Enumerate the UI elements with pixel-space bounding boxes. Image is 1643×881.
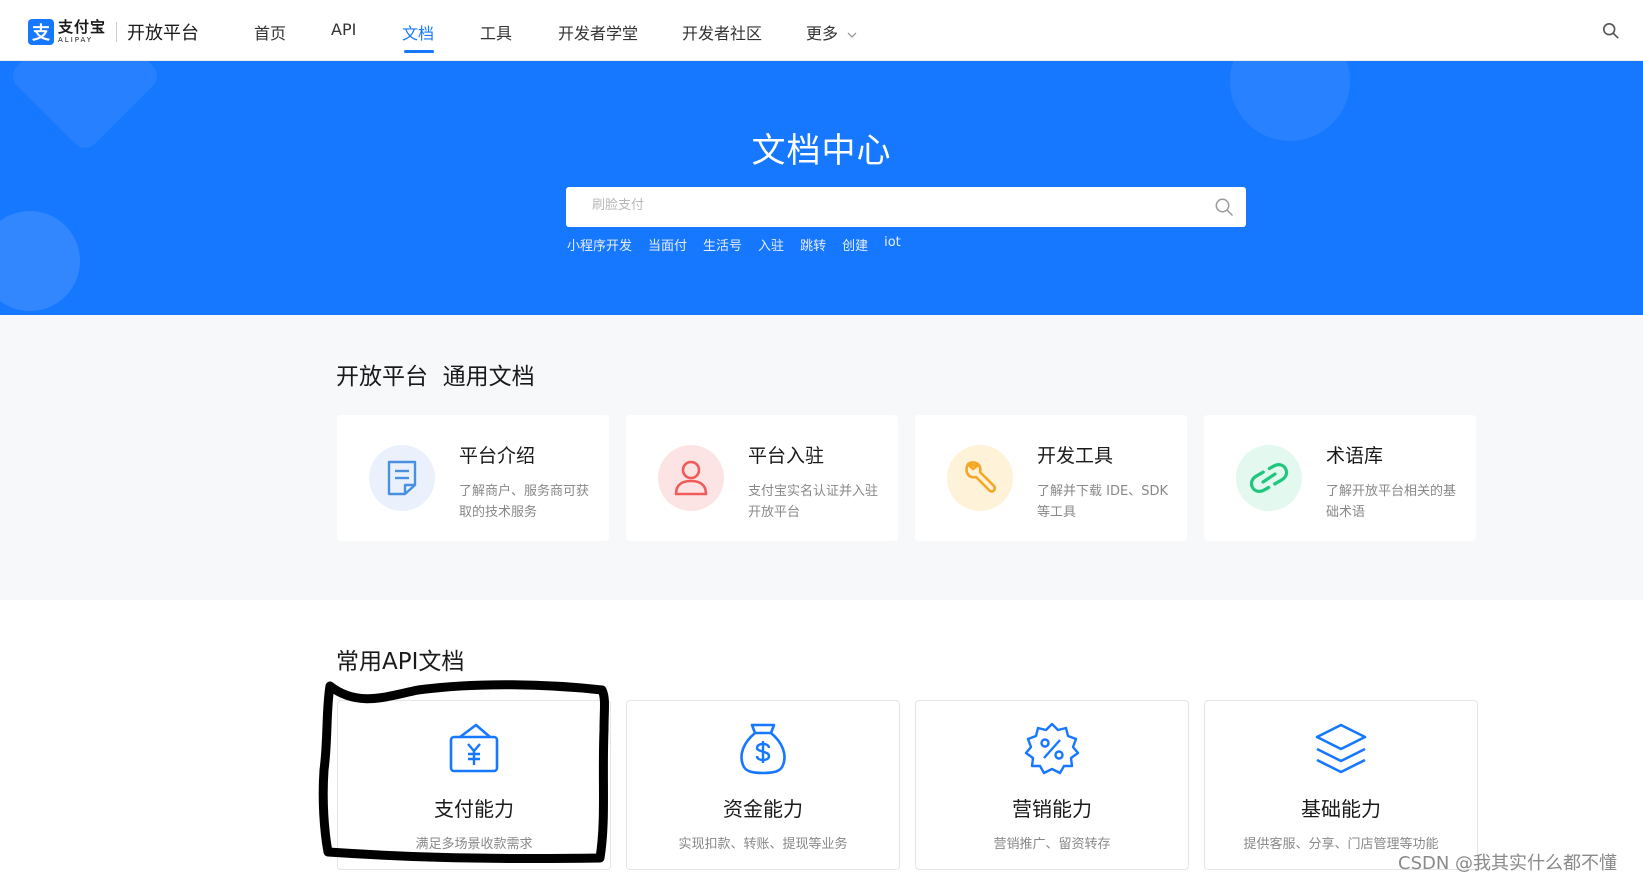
card-desc: 了解并下载 IDE、SDK 等工具	[1037, 484, 1168, 520]
card-payment-capability[interactable]: 支付能力 满足多场景收款需求	[337, 700, 611, 870]
logo-cn: 支付宝	[58, 18, 107, 36]
card-title: 术语库	[1326, 445, 1384, 467]
card-desc: 支付宝实名认证并入驻开放平台	[748, 484, 879, 520]
card-fund-capability[interactable]: 资金能力 实现扣款、转账、提现等业务	[626, 700, 900, 870]
card-marketing-capability[interactable]: 营销能力 营销推广、留资转存	[915, 700, 1189, 870]
section-title: 常用API文档	[336, 649, 465, 675]
card-icon-bg	[369, 445, 435, 511]
hot-keywords: 小程序开发 当面付 生活号 入驻 跳转 创建 iot	[567, 235, 901, 254]
doc-search-box	[566, 187, 1246, 227]
card-desc: 了解商户、服务商可获取的技术服务	[459, 484, 590, 520]
nav-developer-community[interactable]: 开发者社区	[682, 20, 762, 44]
card-platform-onboarding[interactable]: 平台入驻 支付宝实名认证并入驻开放平台	[626, 415, 898, 541]
card-title: 营销能力	[1012, 797, 1092, 821]
money-bag-icon	[740, 723, 786, 775]
hot-keyword[interactable]: 入驻	[758, 235, 784, 254]
logo-divider	[116, 22, 118, 42]
layers-icon	[1315, 723, 1367, 774]
card-title: 基础能力	[1301, 797, 1381, 821]
card-icon-bg	[1236, 445, 1302, 511]
top-navigation-bar: 支 支付宝 ALIPAY 开放平台 首页 API 文档 工具 开发者学堂 开发者…	[0, 0, 1643, 61]
doc-search-input[interactable]	[590, 197, 1194, 214]
user-icon	[674, 460, 708, 496]
decorative-circle	[0, 211, 80, 311]
wrench-icon	[965, 461, 997, 493]
hot-keyword[interactable]: 创建	[842, 235, 868, 254]
hot-keyword[interactable]: 当面付	[648, 235, 687, 254]
nav-api[interactable]: API	[331, 20, 356, 39]
card-title: 资金能力	[723, 797, 803, 821]
watermark: CSDN @我其实什么都不懂	[1398, 853, 1618, 874]
search-icon[interactable]	[1602, 22, 1620, 40]
doc-center-banner: 文档中心 小程序开发 当面付 生活号 入驻 跳转 创建 iot	[0, 61, 1643, 315]
card-desc: 满足多场景收款需求	[415, 837, 533, 852]
card-title: 开发工具	[1037, 445, 1114, 467]
hot-keyword[interactable]: 生活号	[703, 235, 742, 254]
wallet-yuan-icon	[449, 723, 499, 773]
card-desc: 实现扣款、转账、提现等业务	[678, 837, 848, 852]
link-icon	[1249, 463, 1289, 493]
logo-subtitle: 开放平台	[127, 23, 200, 44]
page-title: 文档中心	[751, 131, 892, 171]
alipay-logo-icon: 支	[28, 19, 54, 45]
nav-more-label: 更多	[806, 24, 839, 43]
general-docs-section: 开放平台 通用文档 平台介绍 了解商户、服务商可获取的技术服务 平台入驻 支付宝…	[0, 315, 1643, 600]
hot-keyword[interactable]: 小程序开发	[567, 235, 632, 254]
nav-docs[interactable]: 文档	[402, 20, 434, 44]
card-platform-intro[interactable]: 平台介绍 了解商户、服务商可获取的技术服务	[337, 415, 609, 541]
section-title: 开放平台 通用文档	[336, 364, 535, 390]
nav-more[interactable]: 更多	[806, 20, 857, 44]
card-title: 平台介绍	[459, 445, 536, 467]
card-desc: 了解开放平台相关的基础术语	[1326, 484, 1457, 520]
card-dev-tools[interactable]: 开发工具 了解并下载 IDE、SDK 等工具	[915, 415, 1187, 541]
card-icon-bg	[947, 445, 1013, 511]
document-icon	[387, 460, 417, 496]
nav-developer-school[interactable]: 开发者学堂	[558, 20, 638, 44]
nav-tools[interactable]: 工具	[480, 20, 512, 44]
active-nav-indicator	[404, 50, 434, 53]
card-title: 支付能力	[434, 797, 514, 821]
logo-en: ALIPAY	[58, 36, 94, 44]
card-desc: 营销推广、留资转存	[993, 837, 1111, 852]
chevron-down-icon	[847, 32, 857, 38]
card-icon-bg	[658, 445, 724, 511]
card-title: 平台入驻	[748, 445, 825, 467]
hot-keyword[interactable]: 跳转	[800, 235, 826, 254]
card-glossary[interactable]: 术语库 了解开放平台相关的基础术语	[1204, 415, 1476, 541]
search-icon[interactable]	[1214, 197, 1234, 217]
card-basic-capability[interactable]: 基础能力 提供客服、分享、门店管理等功能	[1204, 700, 1478, 870]
nav-home[interactable]: 首页	[254, 20, 286, 44]
alipay-logo[interactable]: 支 支付宝 ALIPAY 开放平台	[28, 17, 199, 47]
hot-keyword[interactable]: iot	[884, 235, 901, 254]
discount-badge-icon	[1024, 722, 1080, 775]
